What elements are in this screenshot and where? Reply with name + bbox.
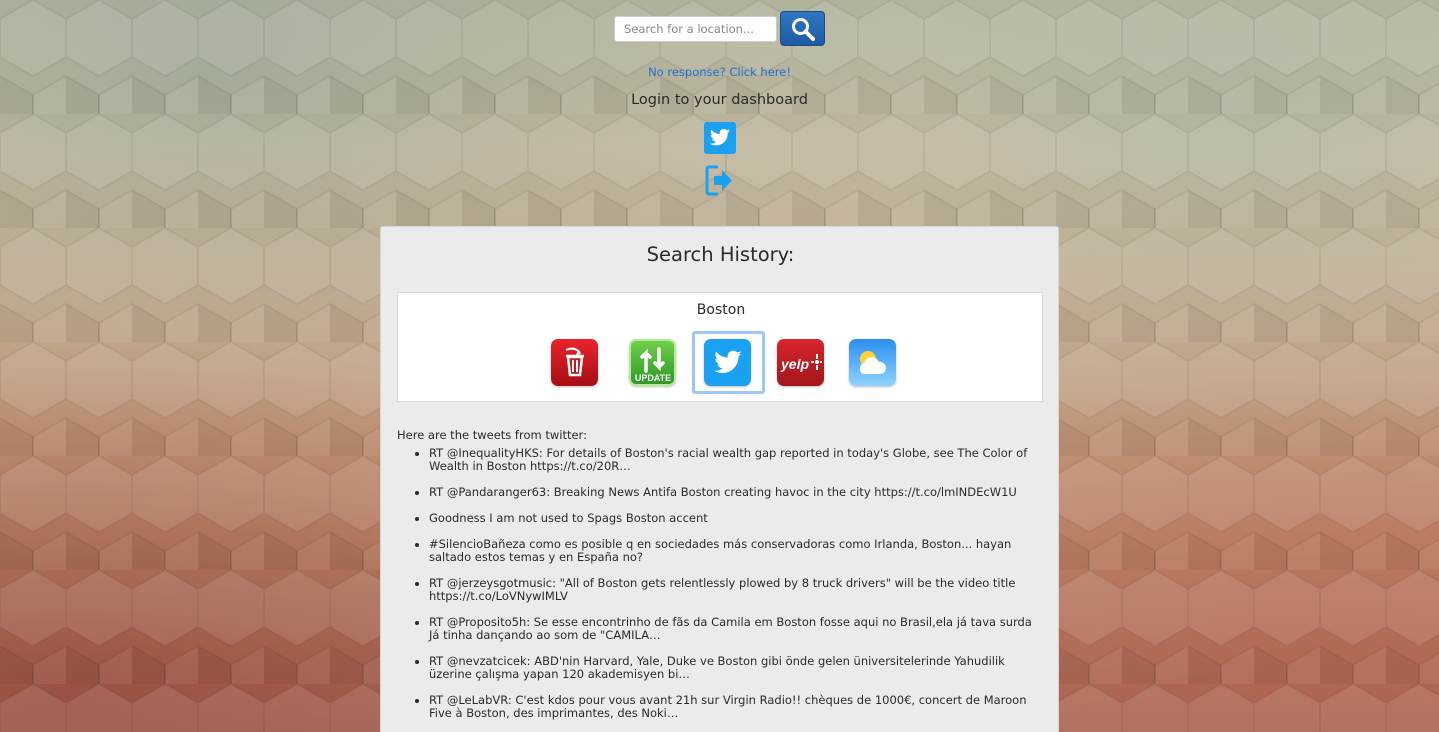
yelp-button[interactable]: yelp	[777, 339, 824, 386]
magnifier-icon	[791, 17, 815, 41]
weather-button[interactable]	[849, 339, 896, 386]
update-button[interactable]: UPDATE	[629, 339, 676, 386]
search-button[interactable]	[780, 11, 825, 46]
tweet-item: RT @Pandaranger63: Breaking News Antifa …	[429, 486, 1043, 499]
history-entry-location: Boston	[696, 302, 746, 318]
tweet-item: RT @Proposito5h: Se esse encontrinho de …	[429, 616, 1043, 642]
page: No response? Click here! Login to your d…	[0, 0, 1439, 732]
yelp-label: yelp	[780, 356, 809, 372]
tweet-item: RT @LeLabVR: C'est kdos pour vous avant …	[429, 694, 1043, 720]
twitter-icon	[713, 350, 742, 373]
update-icon: UPDATE	[634, 346, 671, 383]
login-title: Login to your dashboard	[631, 92, 808, 108]
no-response-link[interactable]: No response? Click here!	[0, 65, 1439, 79]
history-entry-card: Boston UPDATE yelp	[397, 292, 1043, 402]
tweet-item: #SilencioBañeza como es posible q en soc…	[429, 538, 1043, 564]
tweet-item: RT @nevzatcicek: ABD'nin Harvard, Yale, …	[429, 655, 1043, 681]
search-history-panel: Search History: Boston UPDATE yelp Here …	[380, 226, 1059, 732]
tweet-item: RT @InequalityHKS: For details of Boston…	[429, 447, 1043, 473]
yelp-icon: yelp	[780, 353, 822, 372]
twitter-tile	[704, 339, 751, 386]
tweet-item: Goodness I am not used to Spags Boston a…	[429, 512, 1043, 525]
tweet-item: RT @jerzeysgotmusic: "All of Boston gets…	[429, 577, 1043, 603]
tweets-intro: Here are the tweets from twitter:	[397, 428, 587, 442]
search-history-title: Search History:	[646, 243, 795, 266]
twitter-login-button[interactable]	[704, 122, 736, 154]
tweet-list: RT @InequalityHKS: For details of Boston…	[413, 447, 1043, 732]
weather-icon	[859, 350, 886, 374]
twitter-feed-button[interactable]	[692, 331, 765, 394]
trash-icon	[565, 347, 584, 376]
twitter-icon	[709, 128, 731, 146]
update-label: UPDATE	[634, 373, 670, 383]
sign-out-icon[interactable]	[705, 164, 735, 197]
delete-button[interactable]	[551, 339, 598, 386]
search-input[interactable]	[614, 16, 777, 42]
